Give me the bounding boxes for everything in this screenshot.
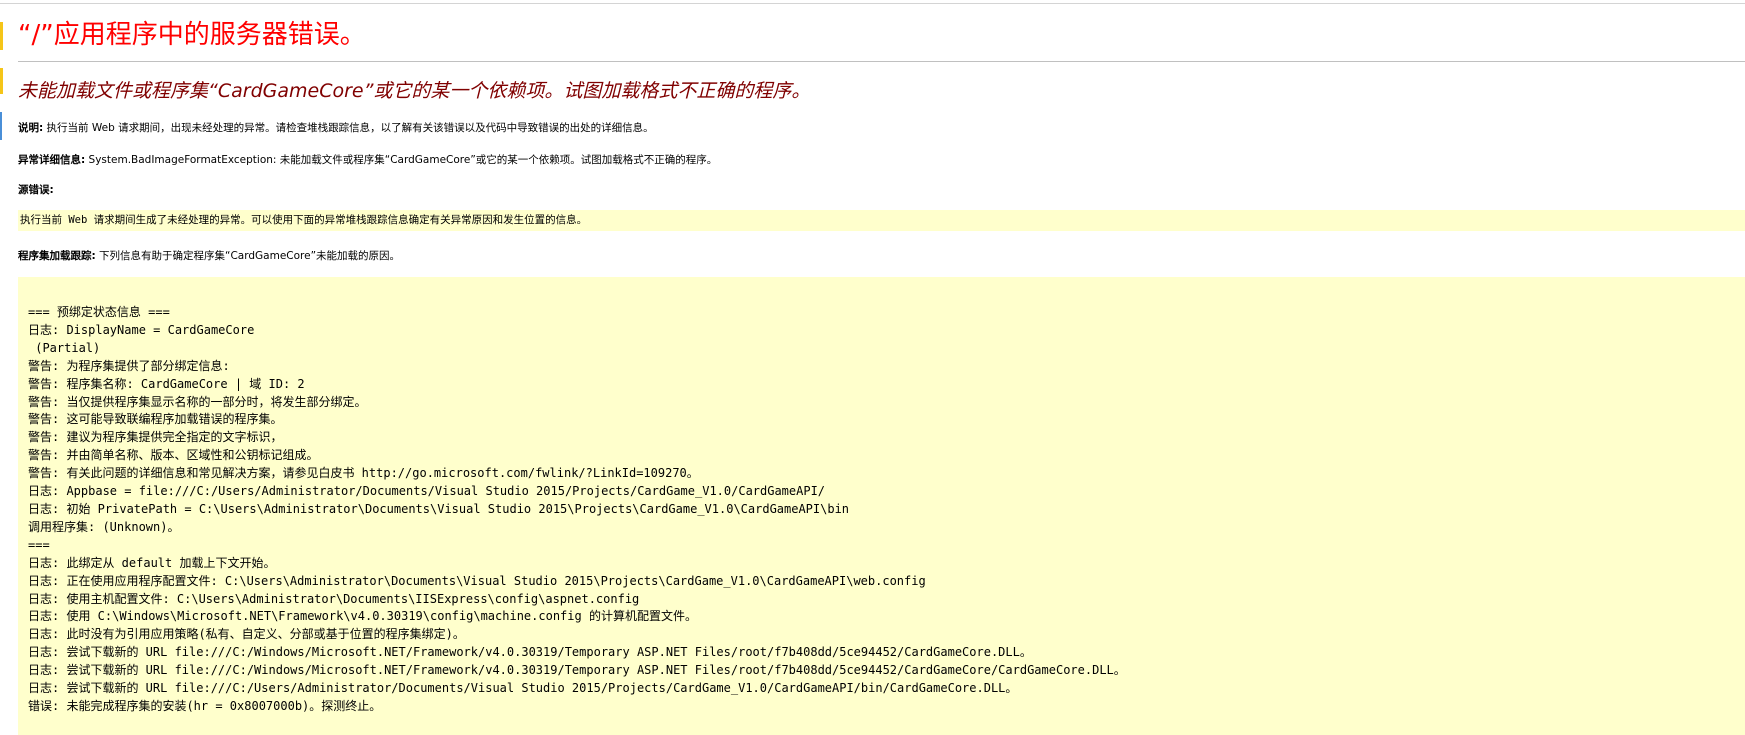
- trace-line: 警告: 程序集名称: CardGameCore | 域 ID: 2: [28, 376, 305, 391]
- source-error-label: 源错误:: [18, 184, 54, 196]
- trace-line: 警告: 并由简单名称、版本、区域性和公钥标记组成。: [28, 448, 319, 463]
- trace-line: 日志: 此绑定从 default 加载上下文开始。: [28, 555, 276, 570]
- trace-line: (Partial): [28, 340, 101, 355]
- exception-details-label: 异常详细信息:: [18, 154, 86, 166]
- trace-line: 警告: 这可能导致联编程序加载错误的程序集。: [28, 412, 283, 427]
- left-edge-marker: [0, 68, 3, 94]
- trace-line: 日志: 正在使用应用程序配置文件: C:\Users\Administrator…: [28, 573, 926, 588]
- assembly-trace-box: === 预绑定状态信息 === 日志: DisplayName = CardGam…: [18, 277, 1745, 735]
- trace-line: 调用程序集: (Unknown)。: [28, 519, 180, 534]
- source-error-text: 执行当前 Web 请求期间生成了未经处理的异常。可以使用下面的异常堆栈跟踪信息确…: [20, 214, 588, 226]
- assembly-trace-log: === 预绑定状态信息 === 日志: DisplayName = CardGam…: [28, 304, 1126, 716]
- trace-line: ===: [28, 537, 50, 552]
- trace-line: 日志: 初始 PrivatePath = C:\Users\Administra…: [28, 501, 850, 516]
- assembly-trace-label: 程序集加载跟踪:: [18, 250, 96, 262]
- exception-details-paragraph: 异常详细信息: System.BadImageFormatException: …: [18, 152, 717, 168]
- description-label: 说明:: [18, 122, 44, 134]
- assembly-trace-text: 下列信息有助于确定程序集“CardGameCore”未能加载的原因。: [95, 250, 401, 262]
- title-divider: [18, 61, 1745, 62]
- trace-line: 日志: 尝试下载新的 URL file:///C:/Windows/Micros…: [28, 663, 1126, 678]
- description-paragraph: 说明: 执行当前 Web 请求期间，出现未经处理的异常。请检查堆栈跟踪信息，以了…: [18, 120, 654, 136]
- trace-line: === 预绑定状态信息 ===: [28, 305, 170, 319]
- description-text: 执行当前 Web 请求期间，出现未经处理的异常。请检查堆栈跟踪信息，以了解有关该…: [43, 122, 654, 134]
- trace-line: 日志: DisplayName = CardGameCore: [28, 322, 255, 337]
- error-message: 未能加载文件或程序集“CardGameCore”或它的某一个依赖项。试图加载格式…: [18, 80, 811, 102]
- source-error-heading: 源错误:: [18, 182, 54, 198]
- trace-line: 日志: 使用主机配置文件: C:\Users\Administrator\Doc…: [28, 591, 640, 606]
- trace-line: 错误: 未能完成程序集的安装(hr = 0x8007000b)。探测终止。: [28, 698, 382, 713]
- left-edge-marker: [0, 112, 2, 140]
- trace-line: 警告: 建议为程序集提供完全指定的文字标识，: [28, 430, 283, 445]
- left-edge-marker: [0, 22, 3, 50]
- assembly-trace-paragraph: 程序集加载跟踪: 下列信息有助于确定程序集“CardGameCore”未能加载的…: [18, 248, 400, 264]
- page-title: “/”应用程序中的服务器错误。: [18, 20, 366, 50]
- source-error-box: 执行当前 Web 请求期间生成了未经处理的异常。可以使用下面的异常堆栈跟踪信息确…: [18, 210, 1745, 231]
- trace-line: 日志: Appbase = file:///C:/Users/Administr…: [28, 484, 826, 499]
- top-border: [0, 3, 1745, 4]
- trace-line: 日志: 此时没有为引用应用策略(私有、自定义、分部或基于位置的程序集绑定)。: [28, 627, 465, 642]
- trace-line: 日志: 尝试下载新的 URL file:///C:/Users/Administ…: [28, 681, 1018, 696]
- trace-line: 警告: 当仅提供程序集显示名称的一部分时，将发生部分绑定。: [28, 394, 367, 409]
- trace-line: 警告: 有关此问题的详细信息和常见解决方案，请参见白皮书 http://go.m…: [28, 466, 699, 481]
- trace-line: 日志: 尝试下载新的 URL file:///C:/Windows/Micros…: [28, 645, 1032, 660]
- trace-line: 警告: 为程序集提供了部分绑定信息:: [28, 358, 230, 373]
- exception-details-text: System.BadImageFormatException: 未能加载文件或程…: [85, 154, 718, 166]
- trace-line: 日志: 使用 C:\Windows\Microsoft.NET\Framewor…: [28, 609, 697, 624]
